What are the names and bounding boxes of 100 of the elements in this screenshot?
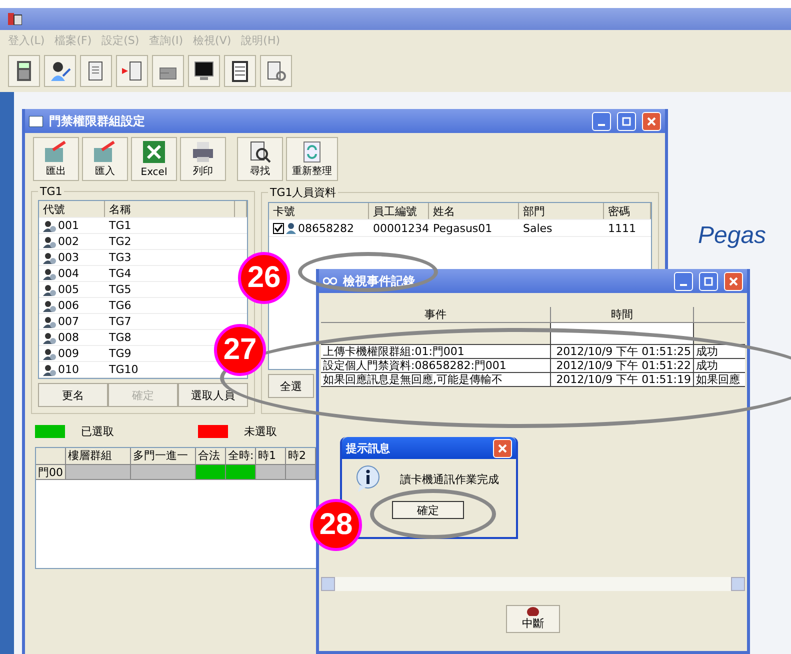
clipboard-icon[interactable]	[229, 60, 251, 82]
table-cell[interactable]: 008	[43, 330, 79, 345]
document-search-icon	[248, 140, 272, 164]
group-icon	[43, 268, 56, 280]
table-cell: 如果回應	[694, 373, 745, 387]
table-cell[interactable]: TG3	[109, 250, 132, 265]
dialog-button[interactable]: 更名	[38, 383, 108, 407]
close-icon	[729, 276, 738, 286]
table-cell[interactable]: 010	[43, 362, 79, 377]
table-cell[interactable]: 007	[43, 314, 79, 329]
group-icon	[43, 300, 56, 312]
grid-corner-cell	[36, 448, 66, 464]
row-header: 門00	[36, 464, 66, 480]
group-icon	[43, 316, 56, 328]
table-cell: 成功	[694, 359, 745, 373]
ok-button[interactable]: 確定	[392, 501, 464, 519]
column-header[interactable]: 密碼	[604, 203, 651, 219]
table-cell[interactable]: TG4	[109, 266, 132, 281]
table-cell[interactable]: 08658282	[273, 220, 354, 236]
window-title: 門禁權限群組設定	[49, 112, 146, 130]
table-cell[interactable]: Pegasus01	[433, 220, 492, 236]
group-icon	[43, 252, 56, 264]
binoculars-icon	[323, 277, 337, 285]
checkbox[interactable]	[273, 222, 284, 234]
grid-cell[interactable]	[196, 464, 226, 480]
column-header[interactable]: 卡號	[269, 203, 369, 219]
table-cell: 2012/10/9 下午 01:51:25	[551, 345, 694, 359]
message-text: 讀卡機通訊作業完成	[400, 472, 499, 486]
minimize-button[interactable]	[592, 112, 611, 130]
column-header[interactable]: 員工編號	[369, 203, 429, 219]
close-button[interactable]	[642, 112, 661, 130]
toolbar-button[interactable]: 匯入	[82, 137, 128, 181]
arrow-document-icon[interactable]	[121, 60, 143, 82]
group-icon	[43, 220, 56, 232]
column-header[interactable]: 部門	[519, 203, 604, 219]
table-cell[interactable]: 005	[43, 282, 79, 297]
grid-cell[interactable]	[66, 464, 131, 480]
person-icon	[286, 222, 296, 234]
maximize-button[interactable]	[617, 112, 636, 130]
table-cell[interactable]: TG10	[109, 362, 138, 377]
column-header[interactable]: 代號	[39, 201, 105, 217]
logo-text: Pegas	[698, 222, 766, 250]
column-header: 樓層群組	[66, 448, 131, 464]
disk-arrow-icon	[92, 140, 118, 164]
close-icon	[498, 444, 507, 452]
column-header: 全時:	[226, 448, 256, 464]
table-cell[interactable]: TG7	[109, 314, 132, 329]
toolbar-button[interactable]: Excel	[131, 137, 177, 181]
column-header	[235, 201, 247, 217]
column-header[interactable]: 名稱	[105, 201, 235, 217]
column-header[interactable]: 姓名	[429, 203, 519, 219]
info-icon	[354, 465, 382, 493]
group-icon	[43, 236, 56, 248]
printer-icon	[191, 140, 215, 164]
group-title: TG1	[39, 185, 64, 198]
dialog-button[interactable]: 全選	[268, 374, 314, 398]
grid-cell[interactable]	[131, 464, 196, 480]
grid-cell[interactable]	[256, 464, 286, 480]
table-cell[interactable]: 003	[43, 250, 79, 265]
close-button[interactable]	[493, 438, 512, 458]
table-cell[interactable]: TG2	[109, 234, 132, 249]
toolbar-button[interactable]: 列印	[180, 137, 226, 181]
table-cell[interactable]: 009	[43, 346, 79, 361]
spreadsheet-icon	[142, 140, 166, 164]
grid-cell[interactable]	[286, 464, 316, 480]
group-icon	[43, 348, 56, 360]
table-cell[interactable]: TG9	[109, 346, 132, 361]
document-search-icon[interactable]	[265, 60, 287, 82]
table-cell: 上傳卡機權限群組:01:門001	[321, 345, 551, 359]
person-icon[interactable]	[49, 60, 71, 82]
grid-cell[interactable]	[226, 464, 256, 480]
group-icon	[43, 332, 56, 344]
table-cell[interactable]: TG5	[109, 282, 132, 297]
table-cell[interactable]: 002	[43, 234, 79, 249]
table-cell[interactable]: 00001234	[373, 220, 429, 236]
column-header: 合法	[196, 448, 226, 464]
close-icon	[647, 116, 656, 126]
table-cell[interactable]: TG8	[109, 330, 132, 345]
table-cell[interactable]: TG1	[109, 218, 132, 233]
table-cell: 2012/10/9 下午 01:51:22	[551, 359, 694, 373]
table-cell[interactable]: 006	[43, 298, 79, 313]
group-icon	[43, 364, 56, 376]
minimize-button[interactable]	[674, 272, 693, 290]
toolbar-button[interactable]: 重新整理	[286, 137, 338, 181]
table-cell[interactable]: 1111	[608, 220, 636, 236]
table-cell: 成功	[694, 345, 745, 359]
close-button[interactable]	[724, 272, 743, 290]
toolbar-button[interactable]: 匯出	[33, 137, 79, 181]
window-icon	[29, 116, 43, 126]
table-cell[interactable]: TG6	[109, 298, 132, 313]
table-cell[interactable]: 004	[43, 266, 79, 281]
minimize-icon	[598, 124, 605, 126]
stop-button[interactable]: 中斷	[506, 605, 560, 633]
stop-sign-icon	[527, 607, 539, 616]
toolbar-button[interactable]: 尋找	[237, 137, 283, 181]
monitor-icon[interactable]	[193, 60, 215, 82]
table-cell[interactable]: Sales	[523, 220, 552, 236]
table-cell: 如果回應訊息是無回應,可能是傳輸不	[321, 373, 551, 387]
maximize-button[interactable]	[699, 272, 718, 290]
table-cell[interactable]: 001	[43, 218, 79, 233]
